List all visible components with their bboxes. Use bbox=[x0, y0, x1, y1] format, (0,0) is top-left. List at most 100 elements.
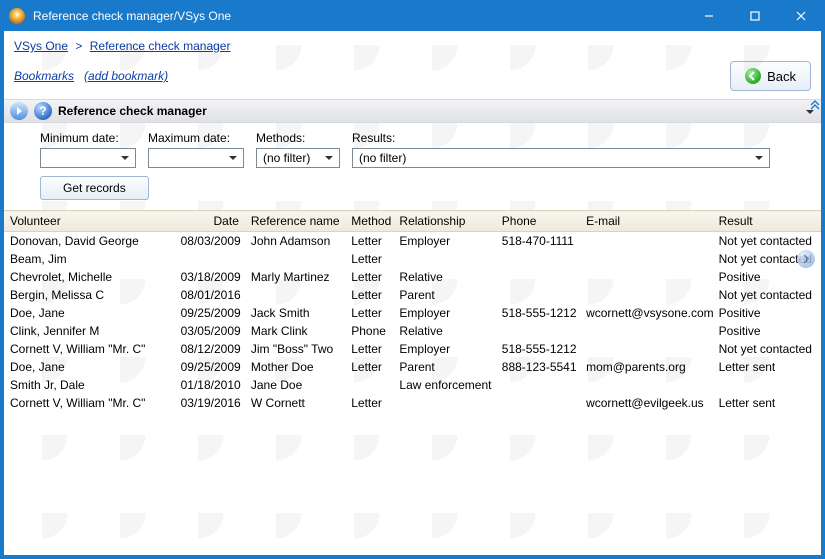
methods-combo[interactable]: (no filter) bbox=[256, 148, 340, 168]
cell-method: Letter bbox=[345, 358, 393, 376]
table-row[interactable]: Cornett V, William "Mr. C"08/12/2009Jim … bbox=[4, 340, 821, 358]
cell-date: 08/12/2009 bbox=[175, 340, 245, 358]
table-row[interactable]: Cornett V, William "Mr. C"03/19/2016W Co… bbox=[4, 394, 821, 412]
min-date-combo[interactable] bbox=[40, 148, 136, 168]
col-volunteer[interactable]: Volunteer bbox=[4, 211, 175, 232]
table-row[interactable]: Smith Jr, Dale01/18/2010Jane DoeLaw enfo… bbox=[4, 376, 821, 394]
chevron-down-icon bbox=[751, 150, 767, 166]
breadcrumb-current[interactable]: Reference check manager bbox=[90, 39, 231, 53]
table-header-row: Volunteer Date Reference name Method Rel… bbox=[4, 211, 821, 232]
col-phone[interactable]: Phone bbox=[496, 211, 580, 232]
cell-result: Positive bbox=[713, 304, 821, 322]
bookmarks-link[interactable]: Bookmarks bbox=[14, 69, 74, 83]
cell-relationship bbox=[393, 250, 495, 268]
cell-email bbox=[580, 286, 712, 304]
max-date-combo[interactable] bbox=[148, 148, 244, 168]
cell-reference: W Cornett bbox=[245, 394, 345, 412]
maximize-button[interactable] bbox=[732, 1, 778, 31]
chevron-down-icon bbox=[321, 150, 337, 166]
cell-phone: 518-555-1212 bbox=[496, 304, 580, 322]
cell-date: 03/05/2009 bbox=[175, 322, 245, 340]
table-row[interactable]: Clink, Jennifer M03/05/2009Mark ClinkPho… bbox=[4, 322, 821, 340]
cell-email: mom@parents.org bbox=[580, 358, 712, 376]
cell-result: Positive bbox=[713, 268, 821, 286]
cell-result: Not yet contacted bbox=[713, 340, 821, 358]
cell-volunteer: Beam, Jim bbox=[4, 250, 175, 268]
cell-email: wcornett@vsysone.com bbox=[580, 304, 712, 322]
next-page-icon[interactable] bbox=[797, 250, 815, 268]
help-icon[interactable]: ? bbox=[34, 102, 52, 120]
breadcrumb-separator: > bbox=[71, 39, 86, 53]
col-relationship[interactable]: Relationship bbox=[393, 211, 495, 232]
section-header: ? Reference check manager bbox=[4, 99, 821, 123]
cell-relationship: Employer bbox=[393, 340, 495, 358]
cell-method: Letter bbox=[345, 340, 393, 358]
cell-result: Not yet contacted bbox=[713, 232, 821, 251]
table-row[interactable]: Beam, JimLetterNot yet contacted bbox=[4, 250, 821, 268]
collapse-icon[interactable] bbox=[807, 97, 823, 113]
cell-phone bbox=[496, 376, 580, 394]
results-combo[interactable]: (no filter) bbox=[352, 148, 770, 168]
app-logo-icon bbox=[9, 8, 25, 24]
cell-volunteer: Cornett V, William "Mr. C" bbox=[4, 394, 175, 412]
min-date-label: Minimum date: bbox=[40, 131, 136, 145]
cell-method: Letter bbox=[345, 394, 393, 412]
titlebar: Reference check manager/VSys One bbox=[1, 1, 824, 31]
table-row[interactable]: Doe, Jane09/25/2009Mother DoeLetterParen… bbox=[4, 358, 821, 376]
play-icon[interactable] bbox=[10, 102, 28, 120]
cell-date: 09/25/2009 bbox=[175, 358, 245, 376]
col-reference[interactable]: Reference name bbox=[245, 211, 345, 232]
cell-volunteer: Clink, Jennifer M bbox=[4, 322, 175, 340]
cell-volunteer: Doe, Jane bbox=[4, 358, 175, 376]
cell-result: Positive bbox=[713, 322, 821, 340]
cell-phone bbox=[496, 268, 580, 286]
results-label: Results: bbox=[352, 131, 770, 145]
cell-date: 09/25/2009 bbox=[175, 304, 245, 322]
breadcrumb: VSys One > Reference check manager bbox=[4, 31, 821, 57]
back-button[interactable]: Back bbox=[730, 61, 811, 91]
cell-date: 03/19/2016 bbox=[175, 394, 245, 412]
table-row[interactable]: Chevrolet, Michelle03/18/2009Marly Marti… bbox=[4, 268, 821, 286]
cell-date bbox=[175, 250, 245, 268]
cell-relationship: Employer bbox=[393, 304, 495, 322]
cell-result: Letter sent bbox=[713, 358, 821, 376]
cell-reference: Mother Doe bbox=[245, 358, 345, 376]
cell-relationship: Parent bbox=[393, 286, 495, 304]
cell-reference: Jack Smith bbox=[245, 304, 345, 322]
cell-email bbox=[580, 376, 712, 394]
filters-row: Minimum date: Maximum date: Methods: (no… bbox=[4, 123, 821, 168]
max-date-label: Maximum date: bbox=[148, 131, 244, 145]
col-method[interactable]: Method bbox=[345, 211, 393, 232]
cell-phone bbox=[496, 322, 580, 340]
cell-volunteer: Doe, Jane bbox=[4, 304, 175, 322]
table-row[interactable]: Bergin, Melissa C08/01/2016LetterParentN… bbox=[4, 286, 821, 304]
cell-reference bbox=[245, 250, 345, 268]
minimize-button[interactable] bbox=[686, 1, 732, 31]
results-grid[interactable]: Volunteer Date Reference name Method Rel… bbox=[4, 210, 821, 555]
table-row[interactable]: Donovan, David George08/03/2009John Adam… bbox=[4, 232, 821, 251]
close-button[interactable] bbox=[778, 1, 824, 31]
breadcrumb-root[interactable]: VSys One bbox=[14, 39, 68, 53]
cell-relationship: Relative bbox=[393, 322, 495, 340]
section-title: Reference check manager bbox=[58, 104, 207, 118]
col-email[interactable]: E-mail bbox=[580, 211, 712, 232]
cell-reference bbox=[245, 286, 345, 304]
cell-method: Letter bbox=[345, 286, 393, 304]
cell-date: 01/18/2010 bbox=[175, 376, 245, 394]
cell-reference: Jim "Boss" Two bbox=[245, 340, 345, 358]
cell-phone: 888-123-5541 bbox=[496, 358, 580, 376]
cell-relationship: Relative bbox=[393, 268, 495, 286]
add-bookmark-link[interactable]: (add bookmark) bbox=[84, 69, 168, 83]
chevron-down-icon bbox=[225, 150, 241, 166]
col-date[interactable]: Date bbox=[175, 211, 245, 232]
cell-relationship: Employer bbox=[393, 232, 495, 251]
cell-volunteer: Bergin, Melissa C bbox=[4, 286, 175, 304]
table-row[interactable]: Doe, Jane09/25/2009Jack SmithLetterEmplo… bbox=[4, 304, 821, 322]
cell-method: Letter bbox=[345, 232, 393, 251]
col-result[interactable]: Result bbox=[713, 211, 821, 232]
cell-method bbox=[345, 376, 393, 394]
cell-email: wcornett@evilgeek.us bbox=[580, 394, 712, 412]
get-records-button[interactable]: Get records bbox=[40, 176, 149, 200]
window-title: Reference check manager/VSys One bbox=[33, 9, 231, 23]
back-arrow-icon bbox=[745, 68, 761, 84]
